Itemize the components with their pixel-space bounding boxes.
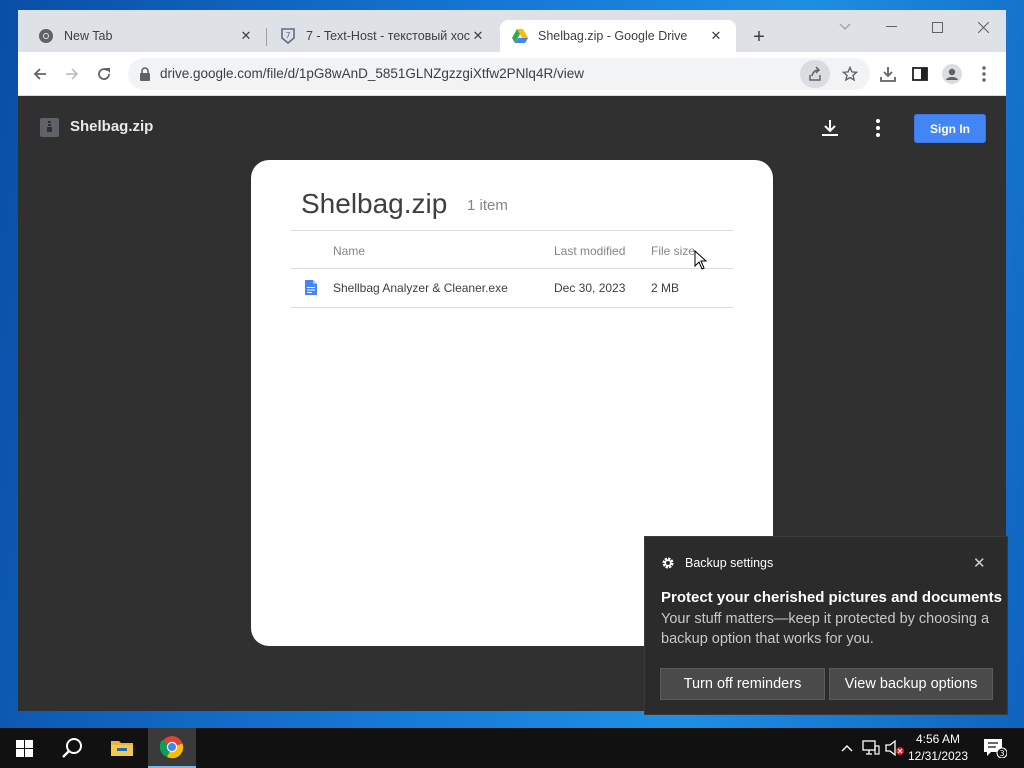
- notification-count: 3: [999, 749, 1004, 758]
- table-row[interactable]: Shellbag Analyzer & Cleaner.exe Dec 30, …: [291, 269, 733, 308]
- more-options-icon[interactable]: [868, 116, 888, 140]
- notification-title: Protect your cherished pictures and docu…: [661, 589, 1002, 606]
- chrome-menu-icon[interactable]: [972, 62, 996, 86]
- close-tab-icon[interactable]: ✕: [708, 28, 724, 44]
- google-drive-icon: [512, 28, 528, 44]
- tab-strip: New Tab ✕ 7 7 - Text-Host - текстовый хо…: [18, 10, 1006, 52]
- back-icon[interactable]: [27, 61, 53, 87]
- tab-title: 7 - Text-Host - текстовый хостинг: [306, 29, 470, 43]
- file-title: Shelbag.zip: [70, 118, 154, 135]
- file-size: 2 MB: [651, 281, 680, 295]
- reload-icon[interactable]: [91, 61, 117, 87]
- text-host-icon: 7: [280, 28, 296, 44]
- close-tab-icon[interactable]: ✕: [238, 28, 254, 44]
- action-center-icon[interactable]: 3: [980, 738, 1010, 758]
- backup-notification: Backup settings ✕ Protect your cherished…: [644, 536, 1008, 715]
- taskbar: 4:56 AM 12/31/2023 3: [0, 728, 1024, 768]
- file-name: Shellbag Analyzer & Cleaner.exe: [333, 281, 508, 295]
- browser-toolbar: drive.google.com/file/d/1pG8wAnD_5851GLN…: [18, 52, 1006, 96]
- share-icon[interactable]: [800, 60, 830, 88]
- sign-in-button[interactable]: Sign In: [914, 114, 986, 143]
- lock-icon: [138, 67, 152, 81]
- chrome-taskbar-icon[interactable]: [148, 728, 196, 768]
- maximize-icon[interactable]: [924, 18, 950, 36]
- list-header: Name Last modified File size: [291, 230, 733, 269]
- notification-app-name: Backup settings: [685, 556, 774, 570]
- clock-date[interactable]: 12/31/2023: [900, 749, 976, 763]
- chrome-icon: [38, 28, 54, 44]
- notification-body: Your stuff matters—keep it protected by …: [661, 611, 990, 647]
- tab-new-tab[interactable]: New Tab ✕: [26, 20, 266, 52]
- tab-title: New Tab: [64, 29, 113, 43]
- profile-avatar-icon[interactable]: [940, 62, 964, 86]
- windows-logo-icon: [15, 739, 33, 757]
- svg-text:7: 7: [285, 31, 290, 40]
- tab-divider: [266, 28, 267, 46]
- turn-off-reminders-button[interactable]: Turn off reminders: [660, 668, 825, 700]
- column-header-modified: Last modified: [554, 244, 626, 258]
- mouse-cursor-icon: [694, 250, 708, 270]
- tab-text-host[interactable]: 7 7 - Text-Host - текстовый хостинг ✕: [268, 20, 498, 52]
- download-icon[interactable]: [818, 116, 842, 140]
- new-tab-button[interactable]: +: [748, 26, 770, 48]
- view-backup-options-button[interactable]: View backup options: [829, 668, 993, 700]
- start-button[interactable]: [0, 728, 48, 768]
- clock-time[interactable]: 4:56 AM: [900, 732, 976, 746]
- downloads-icon[interactable]: [876, 62, 900, 86]
- column-header-name: Name: [333, 244, 366, 258]
- column-header-size: File size: [651, 244, 696, 258]
- tab-search-icon[interactable]: [832, 18, 858, 36]
- tab-title: Shelbag.zip - Google Drive: [538, 29, 688, 43]
- document-icon: [305, 280, 319, 296]
- viewer-header: Shelbag.zip Sign In: [18, 96, 1006, 160]
- tab-google-drive[interactable]: Shelbag.zip - Google Drive ✕: [500, 20, 736, 52]
- url-text[interactable]: drive.google.com/file/d/1pG8wAnD_5851GLN…: [160, 66, 584, 81]
- file-list: Name Last modified File size Shellbag An…: [291, 230, 733, 308]
- close-tab-icon[interactable]: ✕: [470, 28, 486, 44]
- item-count: 1 item: [467, 197, 508, 214]
- bookmark-star-icon[interactable]: [838, 62, 862, 86]
- network-icon[interactable]: [860, 738, 882, 758]
- chevron-up-icon[interactable]: [838, 738, 856, 758]
- zip-name: Shelbag.zip: [301, 188, 448, 219]
- zip-file-icon: [40, 118, 59, 137]
- search-icon[interactable]: [48, 728, 96, 768]
- side-panel-icon[interactable]: [908, 62, 932, 86]
- address-bar[interactable]: drive.google.com/file/d/1pG8wAnD_5851GLN…: [128, 58, 870, 90]
- forward-icon[interactable]: [59, 61, 85, 87]
- file-modified: Dec 30, 2023: [554, 281, 626, 295]
- minimize-icon[interactable]: [878, 18, 904, 36]
- close-window-icon[interactable]: [970, 18, 996, 36]
- close-icon[interactable]: ✕: [973, 554, 986, 572]
- file-explorer-icon[interactable]: [98, 728, 146, 768]
- gear-icon: [661, 556, 675, 570]
